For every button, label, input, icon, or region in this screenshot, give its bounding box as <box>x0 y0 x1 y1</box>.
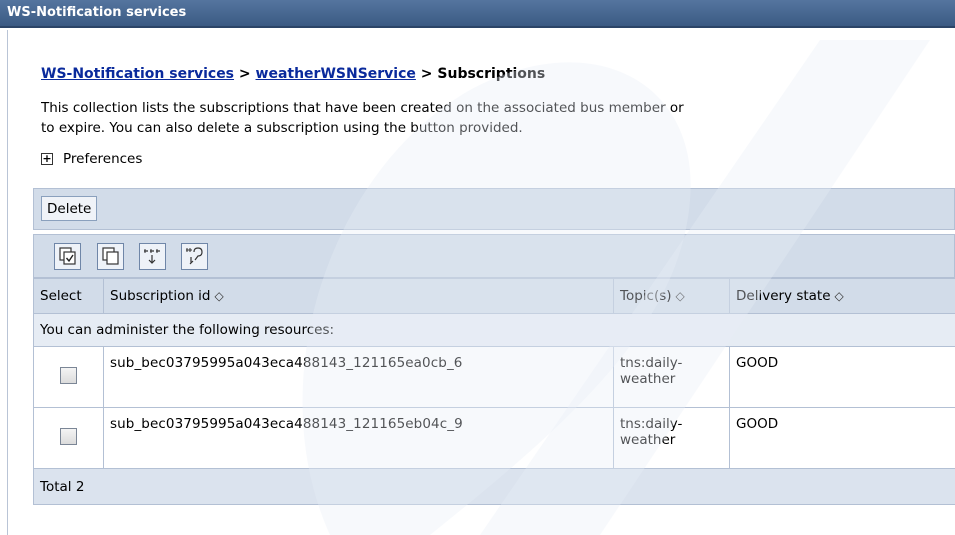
group-label: You can administer the following resourc… <box>33 313 955 347</box>
window-title: WS-Notification services <box>7 5 187 20</box>
topic-line: tns:daily- <box>620 355 683 371</box>
breadcrumb-current: Subscriptions <box>437 66 546 82</box>
breadcrumb-link-ws-notification-services[interactable]: WS-Notification services <box>41 66 234 82</box>
total-label: Total 2 <box>33 468 955 505</box>
group-row: You can administer the following resourc… <box>33 313 955 347</box>
collection-panel: Delete Select Subscription id ◇ Topic(s)… <box>33 188 955 518</box>
delivery-state-cell: GOOD <box>729 346 955 408</box>
delete-button[interactable]: Delete <box>41 196 98 221</box>
select-cell <box>33 346 104 408</box>
total-row: Total 2 <box>33 468 955 505</box>
description-line: to expire. You can also delete a subscri… <box>41 120 523 136</box>
delivery-state-cell: GOOD <box>729 407 955 469</box>
window-title-bar: WS-Notification services <box>0 0 955 28</box>
column-header-topics[interactable]: Topic(s) ◇ <box>613 278 730 314</box>
row-checkbox[interactable] <box>60 427 77 445</box>
select-cell <box>33 407 104 469</box>
select-all-icon[interactable] <box>54 243 81 270</box>
column-header-label[interactable]: Subscription id <box>110 288 211 304</box>
description-line: This collection lists the subscriptions … <box>41 100 684 116</box>
table-toolbar <box>33 234 955 278</box>
topic-line: tns:daily- <box>620 416 683 432</box>
deselect-all-icon[interactable] <box>97 243 124 270</box>
breadcrumb: WS-Notification services > weatherWSNSer… <box>41 66 545 82</box>
table-row: sub_bec03795995a043eca488143_121165eb04c… <box>33 407 955 469</box>
column-header-delivery-state[interactable]: Delivery state ◇ <box>729 278 955 314</box>
subscription-id-cell: sub_bec03795995a043eca488143_121165ea0cb… <box>103 346 614 408</box>
table-header-row: Select Subscription id ◇ Topic(s) ◇ Delive… <box>33 278 955 314</box>
show-filter-icon[interactable] <box>139 243 166 270</box>
table-row: sub_bec03795995a043eca488143_121165ea0cb… <box>33 346 955 408</box>
column-header-label[interactable]: Topic(s) <box>620 288 672 304</box>
subscriptions-table: Select Subscription id ◇ Topic(s) ◇ Delive… <box>33 278 955 505</box>
column-header-subscription-id[interactable]: Subscription id ◇ <box>103 278 614 314</box>
button-bar: Delete <box>33 188 955 230</box>
sort-icon[interactable]: ◇ <box>835 289 844 303</box>
row-checkbox[interactable] <box>60 366 77 384</box>
topic-line: weather <box>620 432 676 448</box>
topic-cell: tns:daily-weather <box>613 407 730 469</box>
column-header-label[interactable]: Delivery state <box>736 288 831 304</box>
topic-line: weather <box>620 371 676 387</box>
expand-icon[interactable]: + <box>41 153 53 165</box>
subscription-id-cell: sub_bec03795995a043eca488143_121165eb04c… <box>103 407 614 469</box>
frame-border <box>7 30 8 535</box>
sort-icon[interactable]: ◇ <box>676 289 685 303</box>
breadcrumb-separator: > <box>420 66 433 82</box>
preferences-toggle[interactable]: + Preferences <box>41 151 142 167</box>
clear-filter-icon[interactable] <box>181 243 208 270</box>
sort-icon[interactable]: ◇ <box>215 289 224 303</box>
column-header-select: Select <box>33 278 104 314</box>
breadcrumb-separator: > <box>238 66 251 82</box>
preferences-label[interactable]: Preferences <box>63 151 142 167</box>
page-description: This collection lists the subscriptions … <box>41 98 955 138</box>
breadcrumb-link-weather-wsn-service[interactable]: weatherWSNService <box>256 66 416 82</box>
topic-cell: tns:daily-weather <box>613 346 730 408</box>
